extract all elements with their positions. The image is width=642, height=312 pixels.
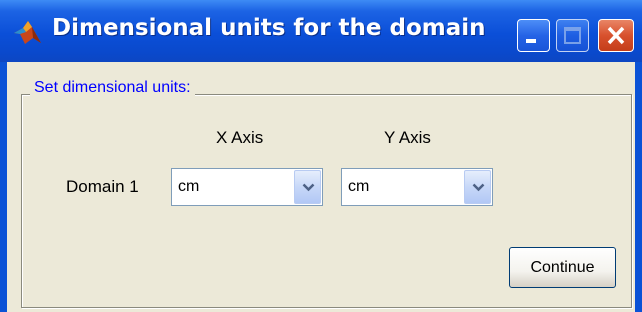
- y-unit-value: cm: [348, 178, 370, 195]
- maximize-icon: [564, 27, 581, 44]
- dialog-window: Dimensional units for the domain Set dim…: [0, 0, 642, 312]
- y-unit-select[interactable]: cm: [341, 168, 493, 206]
- y-unit-dropdown-button[interactable]: [464, 170, 491, 204]
- maximize-button[interactable]: [556, 19, 589, 52]
- continue-button[interactable]: Continue: [509, 247, 616, 288]
- x-unit-select[interactable]: cm: [171, 168, 323, 206]
- y-axis-header: Y Axis: [384, 128, 431, 147]
- minimize-button[interactable]: [517, 19, 550, 52]
- group-box-label: Set dimensional units:: [30, 79, 195, 97]
- close-icon: [607, 26, 625, 45]
- title-bar[interactable]: Dimensional units for the domain: [0, 0, 642, 62]
- x-unit-value: cm: [178, 178, 200, 195]
- window-title: Dimensional units for the domain: [52, 15, 486, 41]
- x-axis-header: X Axis: [216, 128, 264, 147]
- x-unit-dropdown-button[interactable]: [294, 170, 321, 204]
- close-button[interactable]: [598, 19, 634, 52]
- domain-row-label: Domain 1: [66, 177, 139, 196]
- matlab-app-icon: [14, 19, 42, 45]
- minimize-icon: [526, 39, 536, 43]
- chevron-down-icon: [472, 183, 485, 192]
- chevron-down-icon: [302, 183, 315, 192]
